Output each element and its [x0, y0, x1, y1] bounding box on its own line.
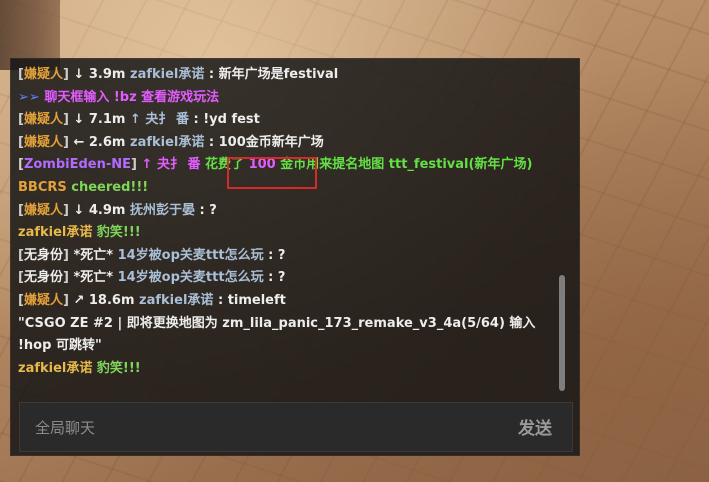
message-text: ?: [209, 202, 217, 218]
chat-message: [无身份] *死亡* 14岁被op关麦ttt怎么玩 : ?: [18, 270, 286, 286]
message-text: 豹笑!!!: [96, 225, 141, 241]
message-text: 100金币新年广场: [218, 134, 324, 150]
player-name: 抚州彭于晏: [130, 202, 196, 218]
chat-message: zafkiel承诺 豹笑!!!: [18, 358, 558, 381]
chat-message: zafkiel承诺 豹笑!!!: [18, 222, 558, 245]
role-tag: 嫌疑人: [23, 202, 63, 218]
chat-message: ➢➢ 聊天框输入 !bz 查看游戏玩法: [18, 87, 558, 110]
server-announcement: "CSGO ZE #2 | 即将更换地图为 zm_lila_panic_173_…: [18, 315, 536, 354]
player-name: zafkiel承诺: [18, 225, 93, 241]
player-name: 14岁被op关麦ttt怎么玩: [117, 270, 264, 286]
message-text: 新年广场是festival: [218, 67, 339, 82]
message-text: 聊天框输入 !bz 查看游戏玩法: [44, 89, 220, 105]
role-tag: 嫌疑人: [23, 134, 63, 150]
send-button[interactable]: 发送: [518, 414, 552, 439]
player-name: zafkiel承诺: [130, 134, 205, 150]
dead-status: *死亡*: [73, 270, 114, 286]
chat-messages: [嫌疑人] ↓ 3.9m zafkiel承诺 : 新年广场是festival ➢…: [18, 64, 558, 394]
direction-arrow: ↓: [73, 112, 85, 128]
direction-arrow: ↓: [73, 67, 85, 82]
direction-arrow: ←: [73, 134, 85, 150]
map-name: ttt_festival(新年广场): [388, 157, 533, 173]
dead-status: *死亡*: [73, 247, 114, 263]
role-tag: ZombiEden-NE: [23, 157, 132, 173]
announcement-arrows: ➢➢: [18, 89, 40, 105]
chat-message: [嫌疑人] ↓ 4.9m 抚州彭于晏 : ?: [18, 202, 217, 218]
chat-message: [嫌疑人] ↓ 7.1m ↑ 夬扌 番 : !yd fest: [18, 112, 260, 128]
chat-message: [嫌疑人] ← 2.6m zafkiel承诺 : 100金币新年广场: [18, 134, 324, 150]
distance: 7.1m: [88, 112, 126, 128]
message-text: cheered!!!: [71, 179, 149, 195]
role-tag: 嫌疑人: [23, 67, 63, 82]
message-text: timeleft: [227, 292, 286, 308]
distance: 3.9m: [88, 67, 126, 82]
player-name: 14岁被op关麦ttt怎么玩: [117, 247, 264, 263]
chat-input[interactable]: [20, 403, 497, 453]
player-name: BBCRS: [18, 179, 67, 195]
player-name: zafkiel承诺: [130, 67, 205, 82]
role-tag: 无身份: [23, 270, 63, 286]
chat-message: [嫌疑人] ↗ 18.6m zafkiel承诺 : timeleft: [18, 292, 286, 308]
role-tag: 嫌疑人: [23, 292, 63, 308]
message-text: ?: [277, 247, 286, 263]
player-name: zafkiel承诺: [139, 292, 214, 308]
player-name: ↑ 夬扌 番: [130, 112, 189, 128]
distance: 4.9m: [88, 202, 126, 218]
highlight-annotation: [227, 157, 317, 189]
message-text: !yd fest: [203, 112, 260, 128]
direction-arrow: ↗: [73, 292, 85, 308]
chat-panel: [嫌疑人] ↓ 3.9m zafkiel承诺 : 新年广场是festival ➢…: [10, 58, 580, 456]
distance: 18.6m: [88, 292, 135, 308]
chat-message: "CSGO ZE #2 | 即将更换地图为 zm_lila_panic_173_…: [18, 313, 558, 358]
player-name: zafkiel承诺: [18, 360, 93, 376]
direction-arrow: ↓: [73, 202, 85, 218]
scrollbar[interactable]: [559, 275, 565, 391]
message-text: 豹笑!!!: [96, 360, 141, 376]
chat-message: [嫌疑人] ↓ 3.9m zafkiel承诺 : 新年广场是festival: [18, 67, 339, 82]
role-tag: 嫌疑人: [23, 112, 63, 128]
chat-input-row: 发送: [19, 402, 573, 453]
distance: 2.6m: [88, 134, 126, 150]
chat-message: [无身份] *死亡* 14岁被op关麦ttt怎么玩 : ?: [18, 247, 286, 263]
message-text: ?: [277, 270, 286, 286]
player-name: ↑ 夬扌 番: [141, 157, 201, 173]
role-tag: 无身份: [23, 247, 63, 263]
